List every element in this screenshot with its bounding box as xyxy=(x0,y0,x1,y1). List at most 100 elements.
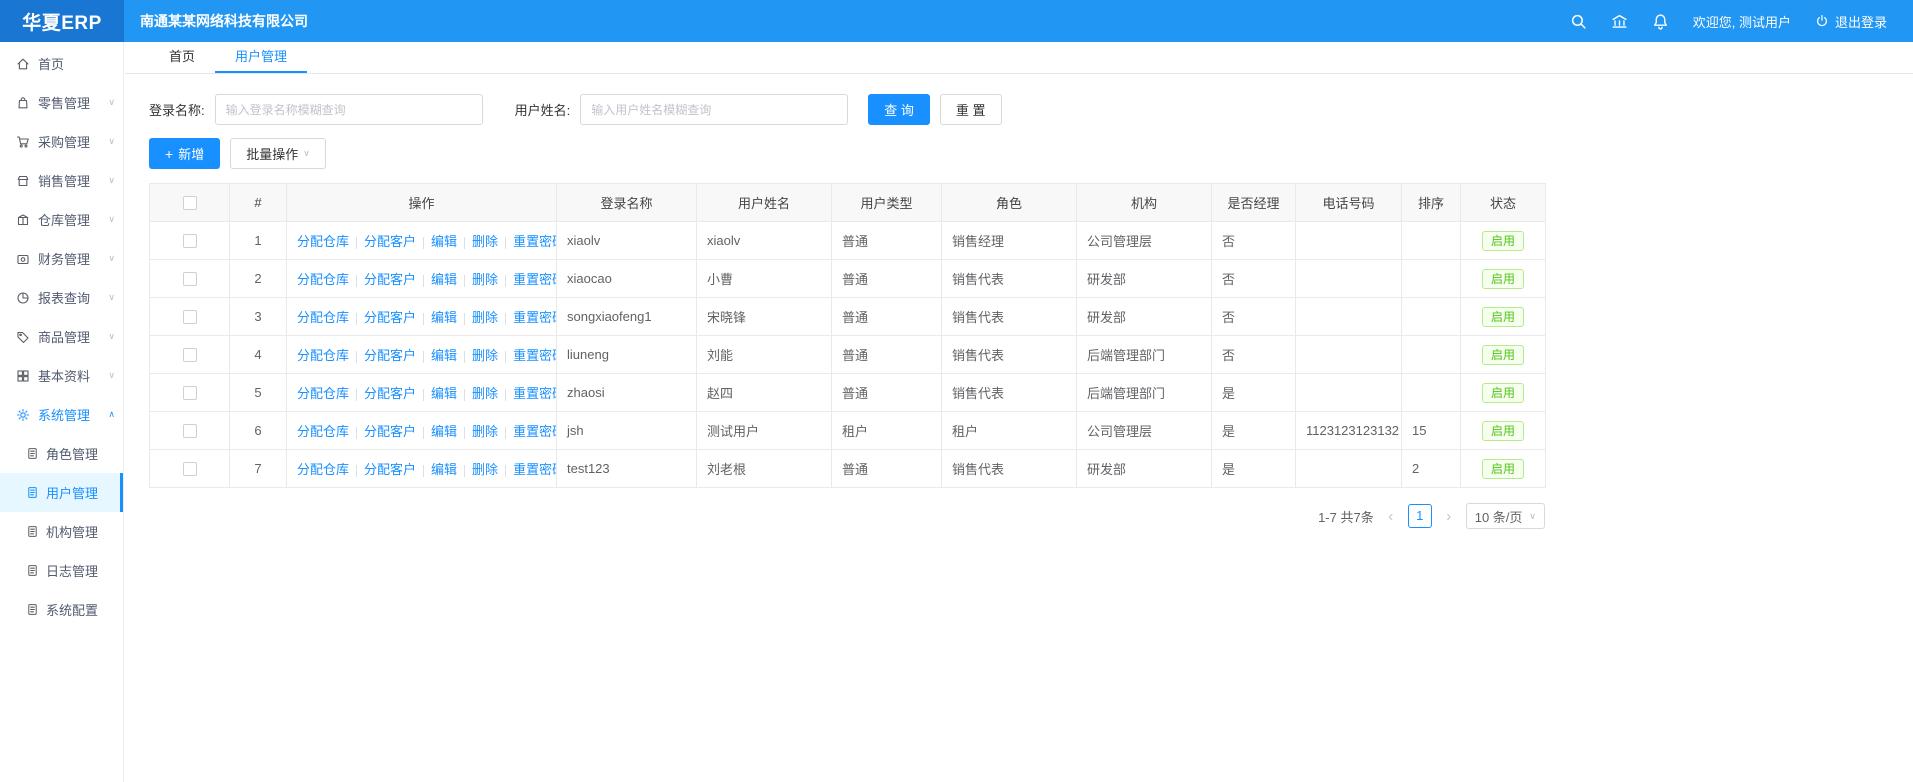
reset-password-link[interactable]: 重置密码 xyxy=(513,348,556,363)
assign-customer-link[interactable]: 分配客户 xyxy=(364,462,416,477)
reset-button[interactable]: 重 置 xyxy=(940,94,1002,125)
edit-link[interactable]: 编辑 xyxy=(431,386,457,401)
edit-link[interactable]: 编辑 xyxy=(431,234,457,249)
sidebar-item-purchase[interactable]: 采购管理 ∨ xyxy=(0,122,123,161)
assign-customer-link[interactable]: 分配客户 xyxy=(364,424,416,439)
assign-customer-link[interactable]: 分配客户 xyxy=(364,272,416,287)
edit-link[interactable]: 编辑 xyxy=(431,462,457,477)
tab-user-management[interactable]: 用户管理 xyxy=(215,42,307,73)
delete-link[interactable]: 删除 xyxy=(472,348,498,363)
status-badge[interactable]: 启用 xyxy=(1482,307,1524,327)
document-icon xyxy=(26,564,39,577)
assign-warehouse-link[interactable]: 分配仓库 xyxy=(297,386,349,401)
divider xyxy=(464,465,465,477)
is-manager-cell: 否 xyxy=(1212,298,1296,336)
document-icon xyxy=(26,447,39,460)
sidebar-subitem-system-config[interactable]: 系统配置 xyxy=(0,590,123,629)
delete-link[interactable]: 删除 xyxy=(472,310,498,325)
sidebar-item-finance[interactable]: 财务管理 ∨ xyxy=(0,239,123,278)
status-badge[interactable]: 启用 xyxy=(1482,421,1524,441)
sidebar-item-label: 采购管理 xyxy=(38,132,90,151)
edit-link[interactable]: 编辑 xyxy=(431,310,457,325)
reset-password-link[interactable]: 重置密码 xyxy=(513,234,556,249)
assign-customer-link[interactable]: 分配客户 xyxy=(364,310,416,325)
next-page-button[interactable]: › xyxy=(1442,508,1456,525)
edit-link[interactable]: 编辑 xyxy=(431,348,457,363)
user-name-cell: 刘老根 xyxy=(697,450,832,488)
status-badge[interactable]: 启用 xyxy=(1482,345,1524,365)
login-name-input[interactable] xyxy=(215,94,483,125)
pagination-total: 1-7 共7条 xyxy=(1318,507,1374,526)
column-header: # xyxy=(230,184,287,222)
logout-button[interactable]: 退出登录 xyxy=(1815,12,1887,31)
status-badge[interactable]: 启用 xyxy=(1482,383,1524,403)
assign-warehouse-link[interactable]: 分配仓库 xyxy=(297,310,349,325)
sidebar-item-home[interactable]: 首页 xyxy=(0,44,123,83)
edit-link[interactable]: 编辑 xyxy=(431,424,457,439)
assign-warehouse-link[interactable]: 分配仓库 xyxy=(297,234,349,249)
search-icon[interactable] xyxy=(1570,13,1587,30)
reset-password-link[interactable]: 重置密码 xyxy=(513,386,556,401)
sidebar-item-warehouse[interactable]: 仓库管理 ∨ xyxy=(0,200,123,239)
search-button[interactable]: 查 询 xyxy=(868,94,930,125)
sidebar-item-retail[interactable]: 零售管理 ∨ xyxy=(0,83,123,122)
page-size-select[interactable]: 10 条/页 ∨ xyxy=(1466,503,1545,529)
assign-warehouse-link[interactable]: 分配仓库 xyxy=(297,348,349,363)
row-actions-cell: 分配仓库分配客户编辑删除重置密码 xyxy=(287,298,557,336)
row-checkbox[interactable] xyxy=(183,310,197,324)
prev-page-button[interactable]: ‹ xyxy=(1384,508,1398,525)
tab-home[interactable]: 首页 xyxy=(149,42,215,73)
phone-cell: 1123123123132 xyxy=(1296,412,1402,450)
select-all-checkbox[interactable] xyxy=(183,196,197,210)
user-name-input[interactable] xyxy=(580,94,848,125)
row-checkbox[interactable] xyxy=(183,234,197,248)
reset-password-link[interactable]: 重置密码 xyxy=(513,424,556,439)
sidebar-item-goods[interactable]: 商品管理 ∨ xyxy=(0,317,123,356)
sidebar-subitem-organizations[interactable]: 机构管理 xyxy=(0,512,123,551)
delete-link[interactable]: 删除 xyxy=(472,462,498,477)
sidebar-subitem-logs[interactable]: 日志管理 xyxy=(0,551,123,590)
sidebar-item-system[interactable]: 系统管理 ∧ xyxy=(0,395,123,434)
delete-link[interactable]: 删除 xyxy=(472,272,498,287)
sidebar-subitem-label: 系统配置 xyxy=(46,600,98,619)
assign-warehouse-link[interactable]: 分配仓库 xyxy=(297,462,349,477)
row-checkbox[interactable] xyxy=(183,348,197,362)
column-header: 用户姓名 xyxy=(697,184,832,222)
row-checkbox[interactable] xyxy=(183,424,197,438)
row-checkbox[interactable] xyxy=(183,462,197,476)
page-size-value: 10 条/页 xyxy=(1475,507,1523,526)
delete-link[interactable]: 删除 xyxy=(472,386,498,401)
divider xyxy=(423,427,424,439)
sidebar-subitem-users[interactable]: 用户管理 xyxy=(0,473,123,512)
assign-customer-link[interactable]: 分配客户 xyxy=(364,348,416,363)
current-page-button[interactable]: 1 xyxy=(1408,504,1432,528)
delete-link[interactable]: 删除 xyxy=(472,424,498,439)
edit-link[interactable]: 编辑 xyxy=(431,272,457,287)
sidebar-subitem-roles[interactable]: 角色管理 xyxy=(0,434,123,473)
sidebar-item-label: 销售管理 xyxy=(38,171,90,190)
row-checkbox[interactable] xyxy=(183,272,197,286)
assign-warehouse-link[interactable]: 分配仓库 xyxy=(297,424,349,439)
assign-warehouse-link[interactable]: 分配仓库 xyxy=(297,272,349,287)
sidebar-item-reports[interactable]: 报表查询 ∨ xyxy=(0,278,123,317)
sidebar-item-basic-data[interactable]: 基本资料 ∨ xyxy=(0,356,123,395)
bell-icon[interactable] xyxy=(1652,13,1669,30)
reset-password-link[interactable]: 重置密码 xyxy=(513,310,556,325)
row-checkbox[interactable] xyxy=(183,386,197,400)
bank-icon[interactable] xyxy=(1611,13,1628,30)
app-logo[interactable]: 华夏ERP xyxy=(0,0,124,42)
assign-customer-link[interactable]: 分配客户 xyxy=(364,386,416,401)
status-badge[interactable]: 启用 xyxy=(1482,269,1524,289)
sort-cell xyxy=(1402,336,1461,374)
status-badge[interactable]: 启用 xyxy=(1482,459,1524,479)
batch-actions-button[interactable]: 批量操作∨ xyxy=(230,138,326,169)
reset-password-link[interactable]: 重置密码 xyxy=(513,272,556,287)
reset-password-link[interactable]: 重置密码 xyxy=(513,462,556,477)
delete-link[interactable]: 删除 xyxy=(472,234,498,249)
role-cell: 销售代表 xyxy=(942,450,1077,488)
assign-customer-link[interactable]: 分配客户 xyxy=(364,234,416,249)
sidebar-item-sales[interactable]: 销售管理 ∨ xyxy=(0,161,123,200)
status-badge[interactable]: 启用 xyxy=(1482,231,1524,251)
add-button[interactable]: +新增 xyxy=(149,138,220,169)
table-row: 6分配仓库分配客户编辑删除重置密码jsh测试用户租户租户公司管理层是112312… xyxy=(150,412,1546,450)
